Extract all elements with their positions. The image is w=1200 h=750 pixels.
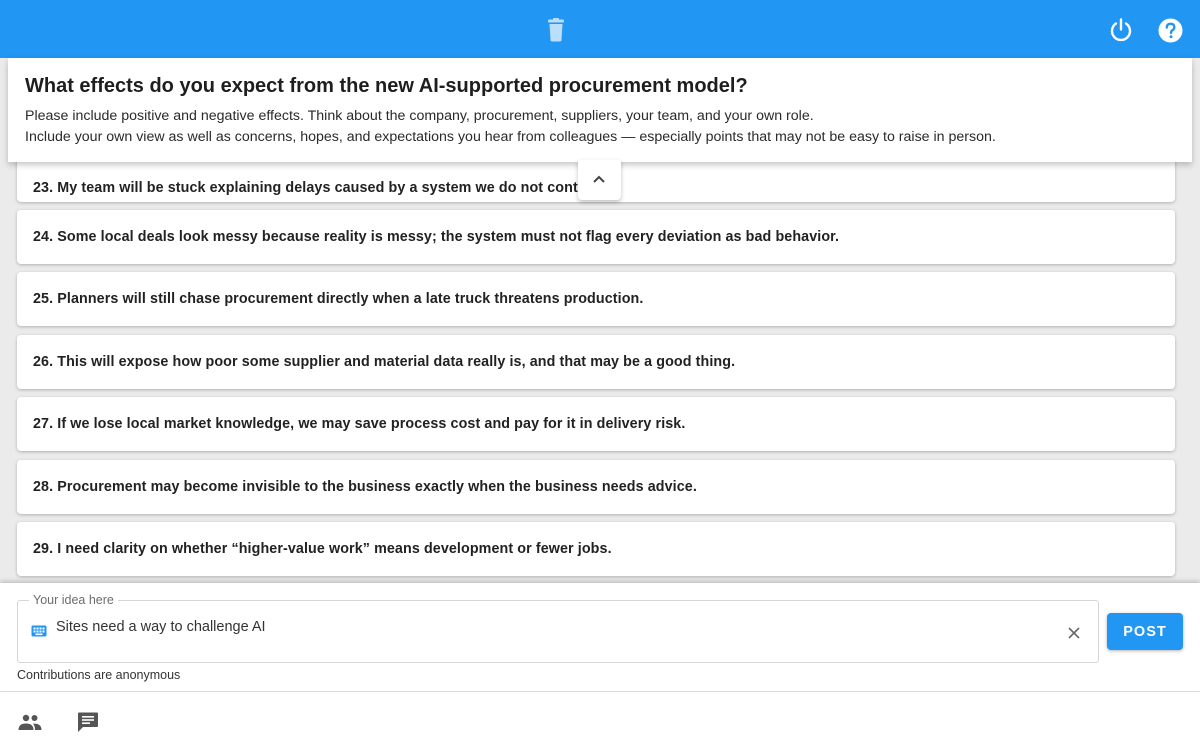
chat-icon[interactable] (77, 711, 99, 733)
chevron-up-icon (593, 175, 605, 183)
post-button[interactable]: POST (1107, 613, 1183, 650)
idea-input-label: Your idea here (29, 593, 118, 607)
idea-card[interactable]: 26. This will expose how poor some suppl… (17, 335, 1175, 389)
help-icon[interactable] (1157, 17, 1184, 44)
question-instructions-line-1: Please include positive and negative eff… (25, 108, 814, 124)
collapse-question-button[interactable] (578, 160, 621, 200)
idea-input-field[interactable]: Your idea here (17, 593, 1099, 663)
anonymity-note: Contributions are anonymous (17, 668, 181, 682)
idea-card[interactable]: 24. Some local deals look messy because … (17, 210, 1175, 264)
question-card: What effects do you expect from the new … (8, 58, 1192, 162)
trash-icon[interactable] (545, 18, 567, 42)
bottom-navigation (0, 691, 1200, 750)
question-title: What effects do you expect from the new … (25, 75, 748, 97)
keyboard-icon (31, 625, 47, 637)
top-app-bar (0, 0, 1200, 58)
idea-text: 28. Procurement may become invisible to … (33, 479, 697, 495)
idea-input[interactable] (56, 616, 1036, 638)
idea-card[interactable]: 27. If we lose local market knowledge, w… (17, 397, 1175, 451)
idea-text: 27. If we lose local market knowledge, w… (33, 416, 686, 432)
people-icon[interactable] (18, 714, 42, 730)
idea-text: 23. My team will be stuck explaining del… (33, 180, 601, 196)
idea-card[interactable]: 28. Procurement may become invisible to … (17, 460, 1175, 514)
idea-composer: Your idea here POST Contributions are an… (0, 583, 1200, 691)
idea-card[interactable]: 25. Planners will still chase procuremen… (17, 272, 1175, 326)
idea-list[interactable]: 23. My team will be stuck explaining del… (0, 162, 1200, 582)
idea-text: 24. Some local deals look messy because … (33, 229, 840, 245)
close-icon[interactable] (1067, 626, 1081, 640)
power-icon[interactable] (1108, 17, 1134, 43)
idea-text: 25. Planners will still chase procuremen… (33, 291, 644, 307)
idea-text: 29. I need clarity on whether “higher-va… (33, 541, 612, 557)
idea-text: 26. This will expose how poor some suppl… (33, 354, 736, 370)
idea-card[interactable]: 29. I need clarity on whether “higher-va… (17, 522, 1175, 576)
question-instructions-line-2: Include your own view as well as concern… (25, 129, 996, 145)
